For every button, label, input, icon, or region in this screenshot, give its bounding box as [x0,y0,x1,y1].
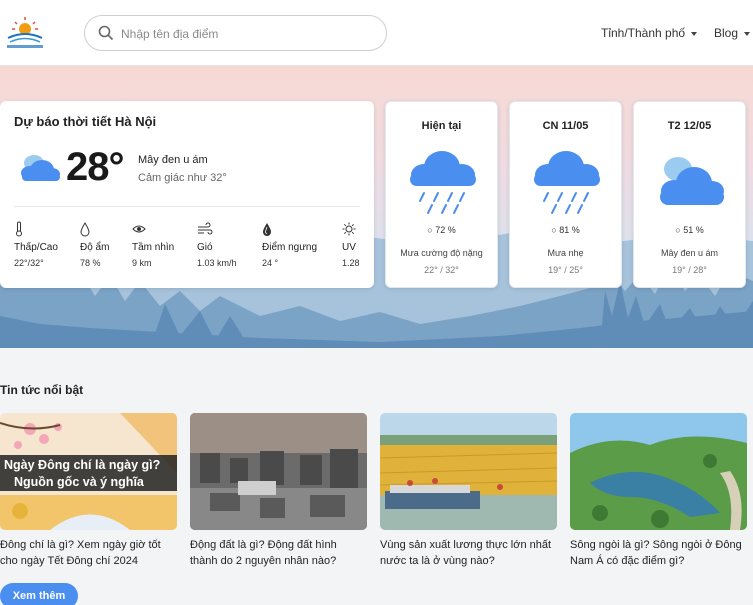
overcast-cloud-icon [660,157,724,205]
current-description: Mây đen u ám [138,154,208,166]
forecast-label: CN 11/05 [542,120,589,132]
search-icon [98,25,114,41]
search-input[interactable] [121,24,371,44]
thermometer-icon [16,221,22,237]
stat-label: Gió [197,242,213,253]
forecast-humidity: ○ 72 % [386,225,497,235]
wind-icon [198,222,213,235]
droplet-icon: ○ [675,225,684,235]
forecast-description: Mây đen u ám [660,248,719,258]
stat-value: 24 ° [262,258,279,268]
droplet-icon [80,222,90,237]
forecast-label: Hiện tại [421,120,462,132]
chevron-down-icon [744,31,751,36]
droplet-icon: ○ [551,225,560,235]
rain-cloud-icon [534,151,600,214]
news-title[interactable]: Động đất là gì? Động đất hình thành do 2… [190,537,367,569]
current-weather-card: Dự báo thời tiết Hà Nội 28° Mây đen u ám… [0,101,374,288]
eye-icon [132,225,146,233]
feels-like: Cảm giác như 32° [138,172,227,184]
forecast-description: Mưa nhẹ [547,248,584,258]
forecast-range: 19° / 25° [548,265,583,275]
forecast-humidity-value: 72 % [435,225,456,235]
news-title[interactable]: Sông ngòi là gì? Sông ngòi ở Đông Nam Á … [570,537,747,569]
news-thumbnail-earthquake[interactable] [190,413,367,530]
forecast-humidity-value: 51 % [683,225,704,235]
forecast-humidity: ○ 51 % [634,225,745,235]
forecast-humidity-value: 81 % [559,225,580,235]
rain-cloud-icon [410,151,476,214]
sun-icon [342,222,356,236]
news-title[interactable]: Vùng sản xuất lương thực lớn nhất nước t… [380,537,557,569]
forecast-range: 19° / 28° [672,265,707,275]
divider [14,206,360,207]
news-thumbnail-river[interactable] [570,413,747,530]
forecast-card-now[interactable]: Hiện tại ○ 72 % Mưa cường độ nặng 22° / … [385,101,498,288]
stat-value: 22°/32° [14,258,44,268]
dew-point-icon [263,223,271,236]
stat-wind: Gió 1.03 km/h [197,221,259,268]
news-thumbnail-winter-solstice[interactable]: Ngày Đông chí là ngày gì? Nguồn gốc và ý… [0,413,177,530]
site-header: Tỉnh/Thành phố Blog [0,0,753,66]
overcast-cloud-icon [21,155,60,181]
nav-blog-label: Blog [714,26,739,40]
thumbnail-overlay-line1: Ngày Đông chí là ngày gì? [4,458,160,472]
news-section-title: Tin tức nổi bật [0,383,84,397]
news-thumbnail-rice-field[interactable] [380,413,557,530]
weather-hero: Dự báo thời tiết Hà Nội 28° Mây đen u ám… [0,66,753,348]
current-temperature: 28° [66,145,124,189]
forecast-card-sun-1105[interactable]: CN 11/05 ○ 81 % Mưa nhẹ 19° / 25° [509,101,622,288]
nav-blog-dropdown[interactable]: Blog [714,26,751,40]
chevron-down-icon [691,31,698,36]
nav-provinces-dropdown[interactable]: Tỉnh/Thành phố [601,26,698,40]
forecast-card-mon-1205[interactable]: T2 12/05 ○ 51 % Mây đen u ám 19° / 28° [633,101,746,288]
forecast-description: Mưa cường độ nặng [400,248,483,258]
search-box[interactable] [84,15,387,51]
stat-dew-point: Điểm ngưng 24 ° [262,221,324,268]
droplet-icon: ○ [427,225,436,235]
stat-value: 1.03 km/h [197,258,237,268]
nav-provinces-label: Tỉnh/Thành phố [601,26,686,40]
site-logo[interactable] [4,14,46,52]
current-weather-title: Dự báo thời tiết Hà Nội [14,114,157,129]
forecast-label: T2 12/05 [667,120,712,132]
stat-label: Thấp/Cao [14,242,58,253]
thumbnail-overlay-line2: Nguồn gốc và ý nghĩa [14,475,145,489]
stat-label: Tầm nhìn [132,242,175,253]
news-title[interactable]: Đông chí là gì? Xem ngày giờ tốt cho ngà… [0,537,177,569]
stat-visibility: Tầm nhìn 9 km [132,221,194,268]
forecast-humidity: ○ 81 % [510,225,621,235]
forecast-range: 22° / 32° [424,265,459,275]
stat-value: 9 km [132,258,152,268]
view-more-button[interactable]: Xem thêm [0,583,78,605]
stat-low-high: Thấp/Cao 22°/32° [14,221,76,268]
stat-label: Điểm ngưng [262,242,318,253]
